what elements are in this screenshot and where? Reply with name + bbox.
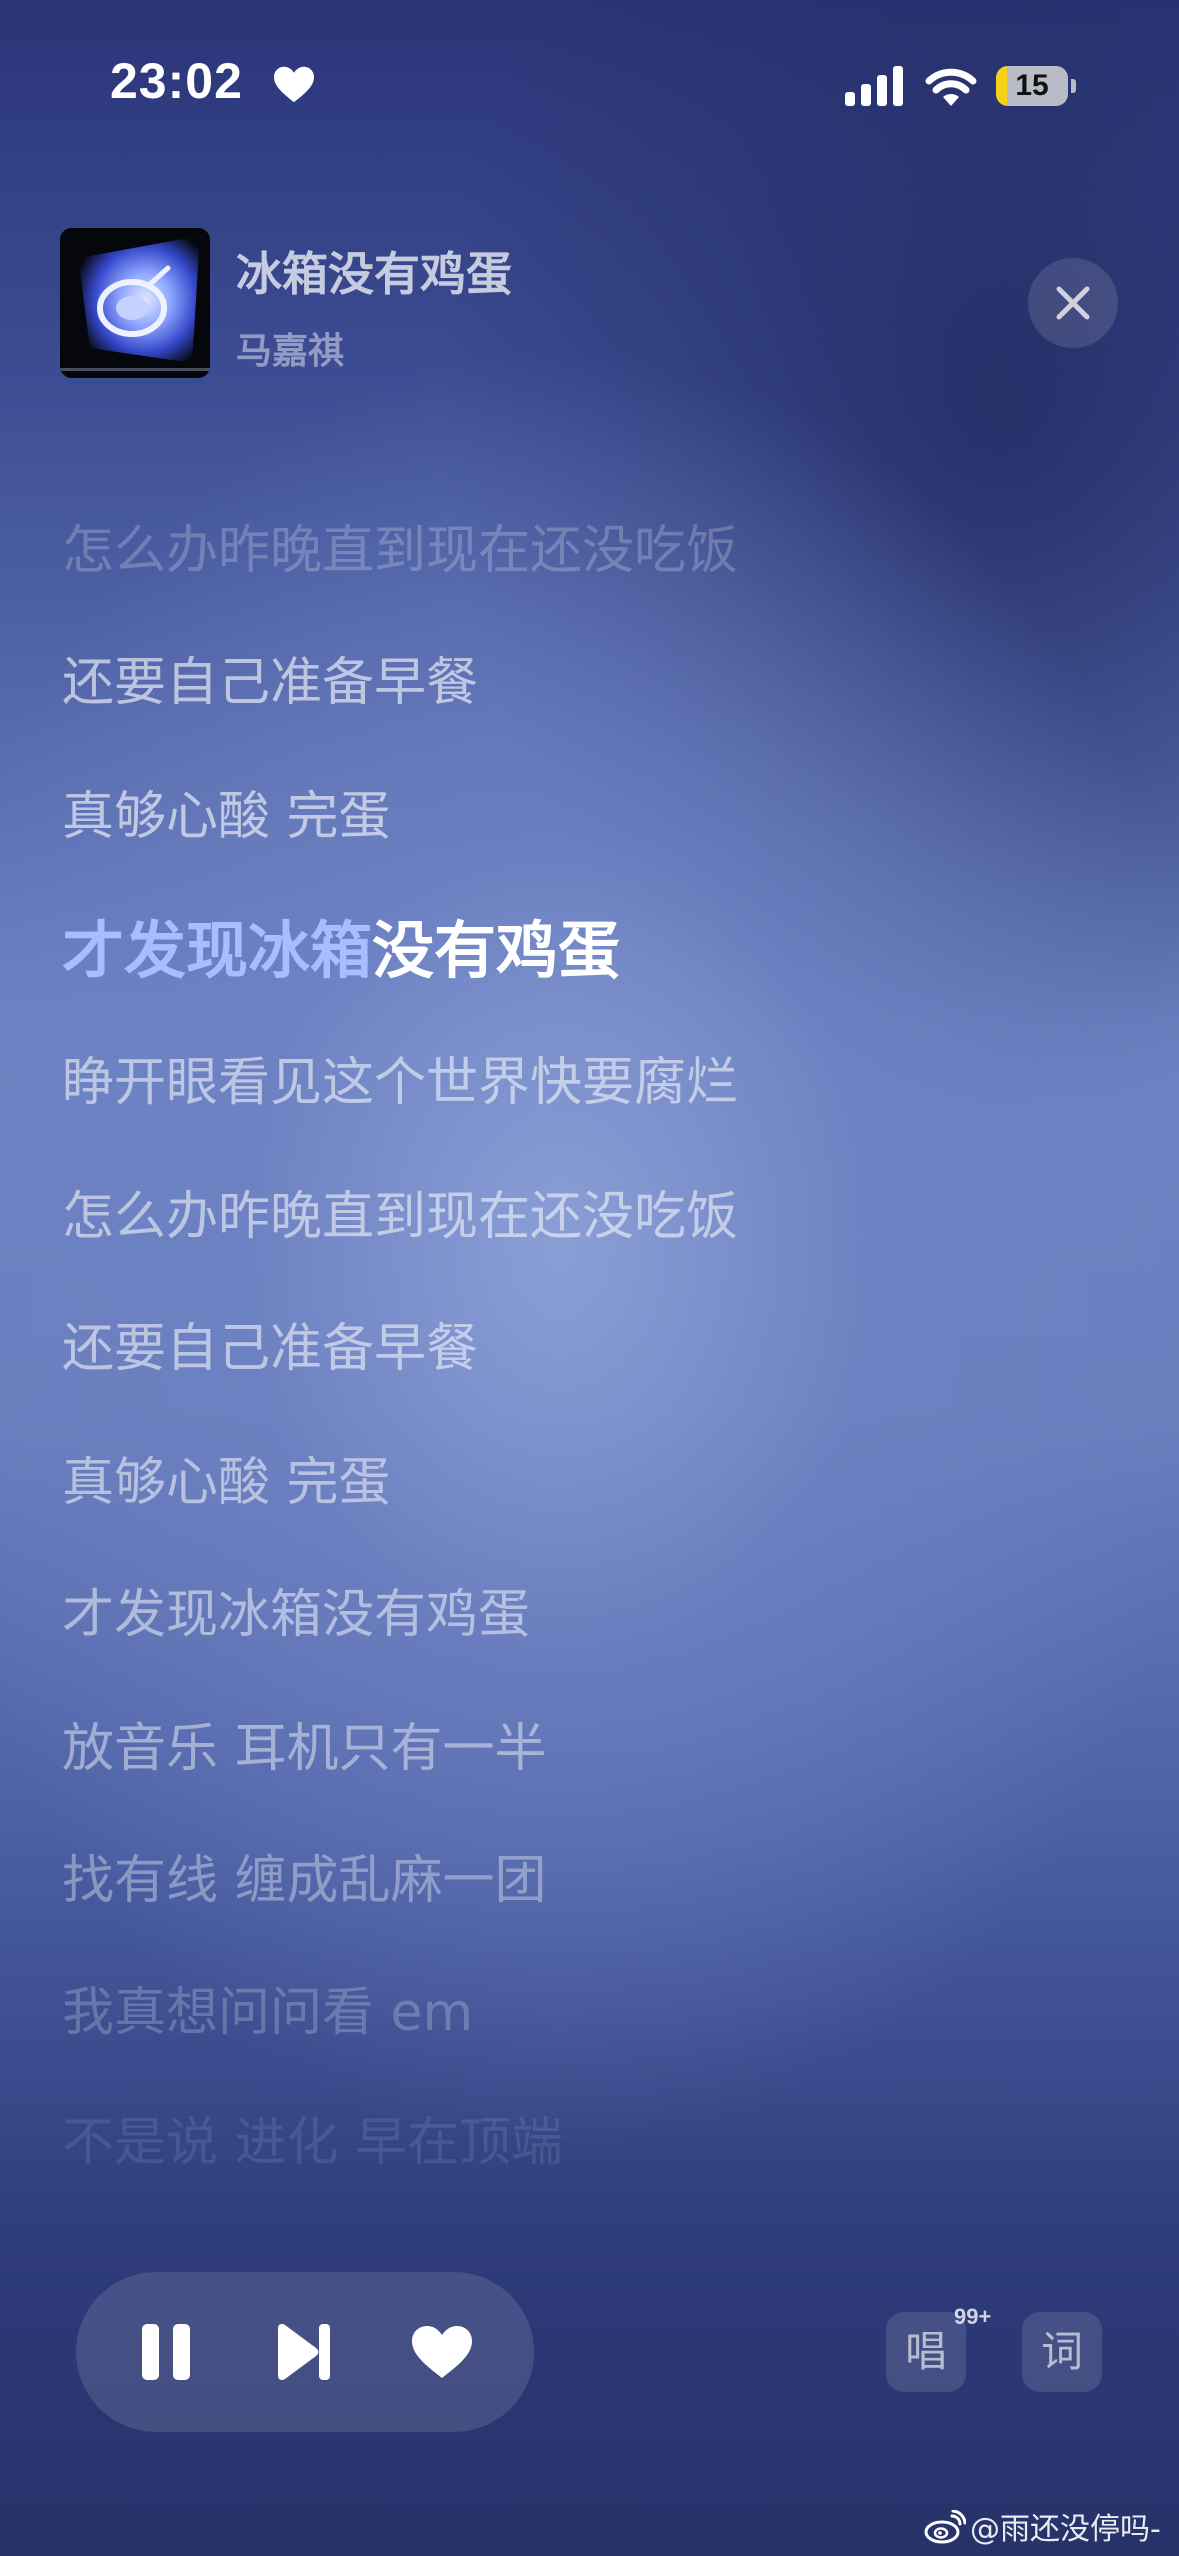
heart-icon: [274, 66, 314, 103]
lyric-line[interactable]: 睁开眼看见这个世界快要腐烂: [62, 1040, 738, 1115]
watermark-text: @雨还没停吗-: [970, 2512, 1161, 2547]
lyric-line[interactable]: 真够心酸 完蛋: [62, 774, 391, 849]
lyric-current-line[interactable]: 才发现冰箱没有鸡蛋: [62, 900, 620, 990]
battery-body: 15: [996, 66, 1068, 106]
album-art-icon: [60, 228, 210, 378]
heart-icon[interactable]: [410, 2324, 474, 2380]
song-artist[interactable]: 马嘉祺: [236, 322, 344, 374]
lyric-line[interactable]: 真够心酸 完蛋: [62, 1440, 391, 1515]
playback-controls: [76, 2272, 534, 2432]
close-icon: [1056, 286, 1090, 320]
lyric-line[interactable]: 找有线 缠成乱麻一团: [62, 1838, 547, 1913]
signal-icon: [845, 66, 903, 106]
album-cover[interactable]: [60, 228, 210, 378]
battery-nub: [1071, 79, 1076, 93]
sing-count-badge: 99+: [954, 2304, 992, 2329]
lyric-line[interactable]: 我真想问问看 em: [62, 1970, 473, 2045]
lyric-line[interactable]: 还要自己准备早餐: [62, 1306, 478, 1381]
lyric-unsung-portion: 没有鸡蛋: [372, 914, 621, 987]
wifi-icon: [925, 68, 977, 106]
lyric-line[interactable]: 怎么办昨晚直到现在还没吃饭: [62, 508, 738, 583]
lyric-line[interactable]: 不是说 进化 早在顶端: [62, 2100, 563, 2175]
lyric-line[interactable]: 怎么办昨晚直到现在还没吃饭: [62, 1174, 738, 1249]
battery-level: 15: [1015, 69, 1049, 102]
lyric-sung-portion: 才发现冰箱: [62, 914, 373, 987]
lyrics-panel[interactable]: 怎么办昨晚直到现在还没吃饭 还要自己准备早餐 真够心酸 完蛋 才发现冰箱没有鸡蛋…: [62, 500, 1122, 2180]
battery-icon: 15: [996, 66, 1076, 106]
lyric-line[interactable]: 才发现冰箱没有鸡蛋: [62, 1572, 530, 1647]
lyrics-button[interactable]: 词: [1022, 2312, 1102, 2392]
weibo-icon: [924, 2510, 966, 2544]
status-bar: 23:02 15: [0, 0, 1179, 160]
next-icon[interactable]: [272, 2324, 336, 2380]
pause-icon[interactable]: [134, 2324, 198, 2380]
song-title: 冰箱没有鸡蛋: [236, 247, 512, 301]
close-button[interactable]: [1028, 258, 1118, 348]
lyric-line[interactable]: 放音乐 耳机只有一半: [62, 1706, 547, 1781]
status-time: 23:02: [110, 53, 243, 109]
lyric-line[interactable]: 还要自己准备早餐: [62, 640, 478, 715]
